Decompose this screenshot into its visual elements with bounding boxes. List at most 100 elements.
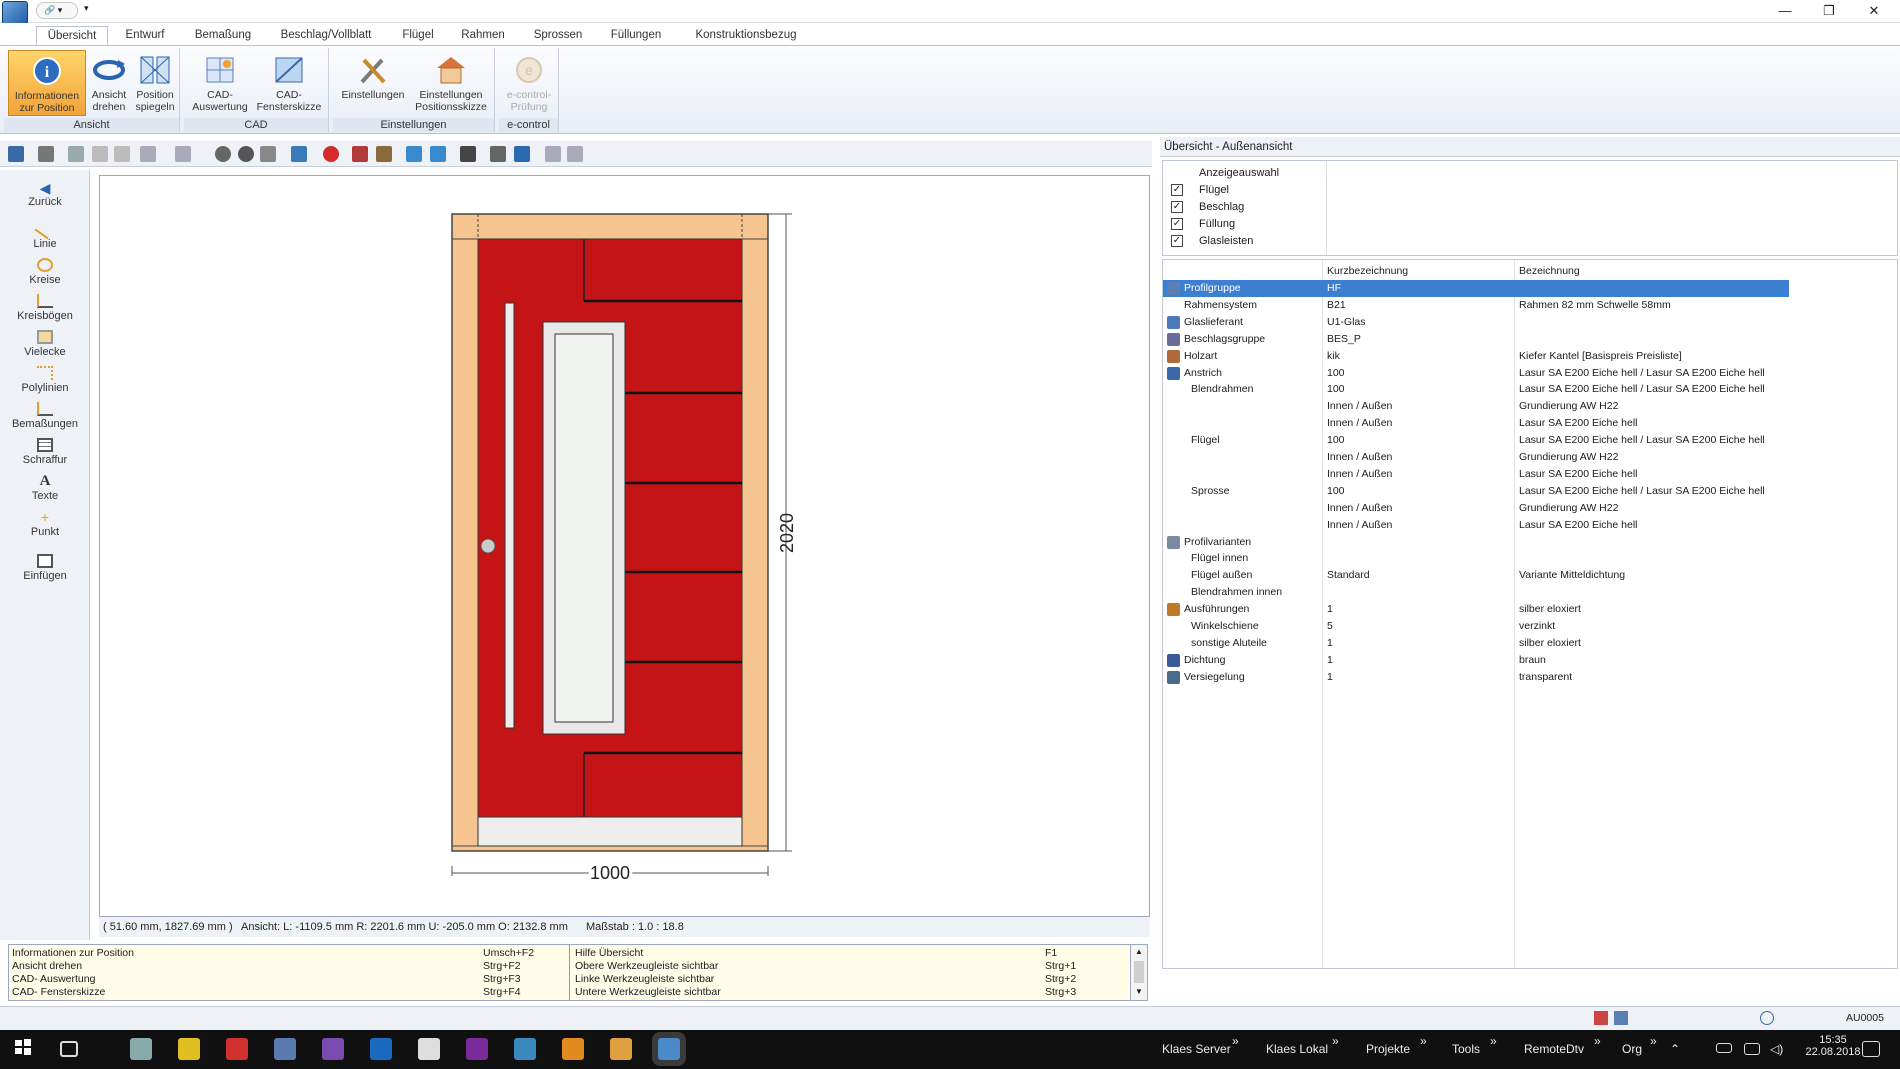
edit-icon[interactable] [376, 146, 392, 162]
notification-icon[interactable] [1862, 1041, 1880, 1057]
checkbox-3[interactable]: ✓ [1171, 235, 1183, 247]
table-row[interactable]: Sprosse 100 Lasur SA E200 Eiche hell / Las… [1163, 483, 1899, 500]
table-row[interactable]: Holzart kik Kiefer Kantel [Basispreis Prei… [1163, 348, 1899, 365]
einstellungen-button[interactable]: Einstellungen [337, 50, 409, 116]
table-row[interactable]: Ausführungen 1 silber eloxiert [1163, 601, 1899, 618]
taskbar-link-klaes-server[interactable]: Klaes Server [1162, 1042, 1231, 1056]
outlook-icon[interactable] [370, 1038, 392, 1060]
refresh-icon[interactable] [291, 146, 307, 162]
tool-bemassungen[interactable]: Bemaßungen [0, 402, 90, 430]
checkbox-2[interactable]: ✓ [1171, 218, 1183, 230]
tool-punkt[interactable]: + Punkt [0, 510, 90, 538]
qat-dropdown-icon[interactable]: ▾ [84, 3, 89, 14]
table-row[interactable]: Winkelschiene 5 verzinkt [1163, 618, 1899, 635]
table-row[interactable]: Profilvarianten [1163, 534, 1899, 551]
app-icon[interactable] [2, 1, 28, 25]
tool-texte[interactable]: A Texte [0, 474, 90, 503]
table-row[interactable]: Anstrich 100 Lasur SA E200 Eiche hell / La… [1163, 365, 1899, 382]
table-row[interactable]: Beschlagsgruppe BES_P [1163, 331, 1899, 348]
app-icon-3[interactable] [226, 1038, 248, 1060]
table-row[interactable]: Glaslieferant U1-Glas [1163, 314, 1899, 331]
table-row[interactable]: Flügel innen [1163, 550, 1899, 567]
table-row[interactable]: Versiegelung 1 transparent [1163, 669, 1899, 686]
restore-button[interactable]: ❐ [1807, 0, 1851, 23]
app-icon-4[interactable] [274, 1038, 296, 1060]
table-row[interactable]: Flügel 100 Lasur SA E200 Eiche hell / Lasu… [1163, 432, 1899, 449]
start-icon[interactable] [14, 1038, 36, 1060]
taskbar-link-remotedtv[interactable]: RemoteDtv [1524, 1042, 1584, 1056]
page-icon[interactable] [260, 146, 276, 162]
tab-uebersicht[interactable]: Übersicht [36, 26, 108, 45]
tab-entwurf[interactable]: Entwurf [117, 26, 173, 45]
close-button[interactable]: ✕ [1852, 0, 1896, 23]
ansicht-drehen-button[interactable]: Ansicht drehen [88, 50, 130, 116]
stop-icon[interactable] [323, 146, 339, 162]
klaes-icon-2[interactable] [562, 1038, 584, 1060]
table-row[interactable]: Innen / Außen Grundierung AW H22 [1163, 500, 1899, 517]
einstellungen-positionsskizze-button[interactable]: Einstellungen Positionsskizze [411, 50, 491, 116]
cad-auswertung-button[interactable]: CAD-Auswertung [188, 50, 252, 116]
redo-icon[interactable] [175, 146, 191, 162]
taskbar-link-projekte[interactable]: Projekte [1366, 1042, 1410, 1056]
table-row[interactable]: Innen / Außen Grundierung AW H22 [1163, 398, 1899, 415]
copy-icon[interactable] [92, 146, 108, 162]
klaes-icon-3[interactable] [610, 1038, 632, 1060]
zoom-icon[interactable] [490, 146, 506, 162]
position-spiegeln-button[interactable]: Position spiegeln [132, 50, 178, 116]
tool-kreisboegen[interactable]: Kreisbögen [0, 294, 90, 322]
taskbar-link-tools[interactable]: Tools [1452, 1042, 1480, 1056]
tab-sprossen[interactable]: Sprossen [526, 26, 590, 45]
status-doc-icon[interactable] [1614, 1011, 1628, 1025]
drawing-canvas[interactable]: 1000 2020 [99, 175, 1150, 917]
status-alert-icon[interactable] [1594, 1011, 1608, 1025]
task-view-icon[interactable] [60, 1041, 78, 1057]
help-scrollbar[interactable]: ▲ ▼ [1131, 944, 1148, 1001]
app-icon-2[interactable] [178, 1038, 200, 1060]
onenote-icon[interactable] [466, 1038, 488, 1060]
table-row[interactable]: Profilgruppe HF [1163, 280, 1899, 297]
minimize-button[interactable]: — [1763, 0, 1807, 23]
checkbox-0[interactable]: ✓ [1171, 184, 1183, 196]
distribute-icon[interactable] [430, 146, 446, 162]
pan-icon[interactable] [514, 146, 530, 162]
taskbar-link-klaes-lokal[interactable]: Klaes Lokal [1266, 1042, 1328, 1056]
tab-konstruktionsbezug[interactable]: Konstruktionsbezug [686, 26, 806, 45]
table-row[interactable]: Dichtung 1 braun [1163, 652, 1899, 669]
print-icon[interactable] [38, 146, 54, 162]
paste-icon[interactable] [114, 146, 130, 162]
table-row[interactable]: Innen / Außen Lasur SA E200 Eiche hell [1163, 466, 1899, 483]
table-row[interactable]: Innen / Außen Grundierung AW H22 [1163, 449, 1899, 466]
clock[interactable]: 15:35 22.08.2018 [1798, 1034, 1868, 1058]
tool-kreise[interactable]: Kreise [0, 258, 90, 286]
klaes-active-icon[interactable] [658, 1038, 680, 1060]
info-position-button[interactable]: i Informationen zur Position [8, 50, 86, 116]
tab-beschlag[interactable]: Beschlag/Vollblatt [274, 26, 378, 45]
tab-rahmen[interactable]: Rahmen [455, 26, 511, 45]
undo-icon[interactable] [140, 146, 156, 162]
table-row[interactable]: sonstige Aluteile 1 silber eloxiert [1163, 635, 1899, 652]
tool-linie[interactable]: Linie [0, 218, 90, 250]
klaes-icon-1[interactable] [514, 1038, 536, 1060]
tool-zurueck[interactable]: ◀ Zurück [0, 180, 90, 208]
taskbar-link-org[interactable]: Org [1622, 1042, 1642, 1056]
table-row[interactable]: Innen / Außen Lasur SA E200 Eiche hell [1163, 415, 1899, 432]
battery-icon[interactable] [1716, 1043, 1732, 1053]
back-arrow-icon[interactable] [545, 146, 561, 162]
volume-icon[interactable]: ◁) [1770, 1042, 1783, 1056]
tool-schraffur[interactable]: Schraffur [0, 438, 90, 466]
tab-bemassung[interactable]: Bemaßung [186, 26, 260, 45]
layers-icon[interactable] [238, 146, 254, 162]
tool-vielecke[interactable]: Vielecke [0, 330, 90, 358]
app-icon-7[interactable] [418, 1038, 440, 1060]
tool-einfuegen[interactable]: Einfügen [0, 554, 90, 582]
tray-up-icon[interactable]: ⌃ [1670, 1042, 1680, 1056]
tab-fuellungen[interactable]: Füllungen [604, 26, 668, 45]
econtrol-pruefung-button[interactable]: e e-control-Prüfung [503, 50, 555, 116]
visual-studio-icon[interactable] [322, 1038, 344, 1060]
table-row[interactable]: Innen / Außen Lasur SA E200 Eiche hell [1163, 517, 1899, 534]
table-row[interactable]: Blendrahmen 100 Lasur SA E200 Eiche hell /… [1163, 381, 1899, 398]
status-help-icon[interactable] [1760, 1011, 1774, 1025]
cad-fensterskizze-button[interactable]: CAD-Fensterskizze [254, 50, 324, 116]
save-icon[interactable] [8, 146, 24, 162]
zoom-fit-icon[interactable] [460, 146, 476, 162]
